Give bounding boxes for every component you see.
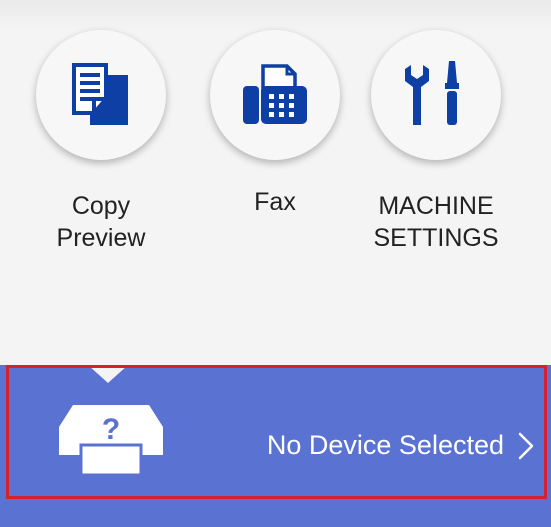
function-menu: Copy Preview Fax MACHINE SETTINGS — [0, 0, 551, 365]
machine-settings-circle[interactable] — [371, 30, 501, 160]
machine-settings-label: MACHINE SETTINGS — [373, 192, 499, 252]
unknown-printer-icon: ? — [59, 405, 163, 475]
wrench-screwdriver-icon — [405, 61, 459, 125]
copy-preview-circle[interactable] — [36, 30, 166, 160]
device-status-text: No Device Selected — [266, 430, 504, 460]
fax-icon — [243, 64, 307, 124]
fax-button[interactable]: Fax — [195, 30, 355, 218]
fax-label: Fax — [254, 188, 296, 216]
svg-text:?: ? — [102, 413, 120, 446]
copy-preview-label: Copy Preview — [56, 192, 146, 252]
copy-preview-icon — [72, 63, 128, 125]
fax-circle[interactable] — [210, 30, 340, 160]
copy-preview-button[interactable]: Copy Preview — [21, 30, 181, 254]
chevron-right-icon — [518, 432, 534, 460]
device-select-button[interactable]: ? No Device Selected — [6, 365, 547, 499]
machine-settings-button[interactable]: MACHINE SETTINGS — [356, 30, 516, 254]
